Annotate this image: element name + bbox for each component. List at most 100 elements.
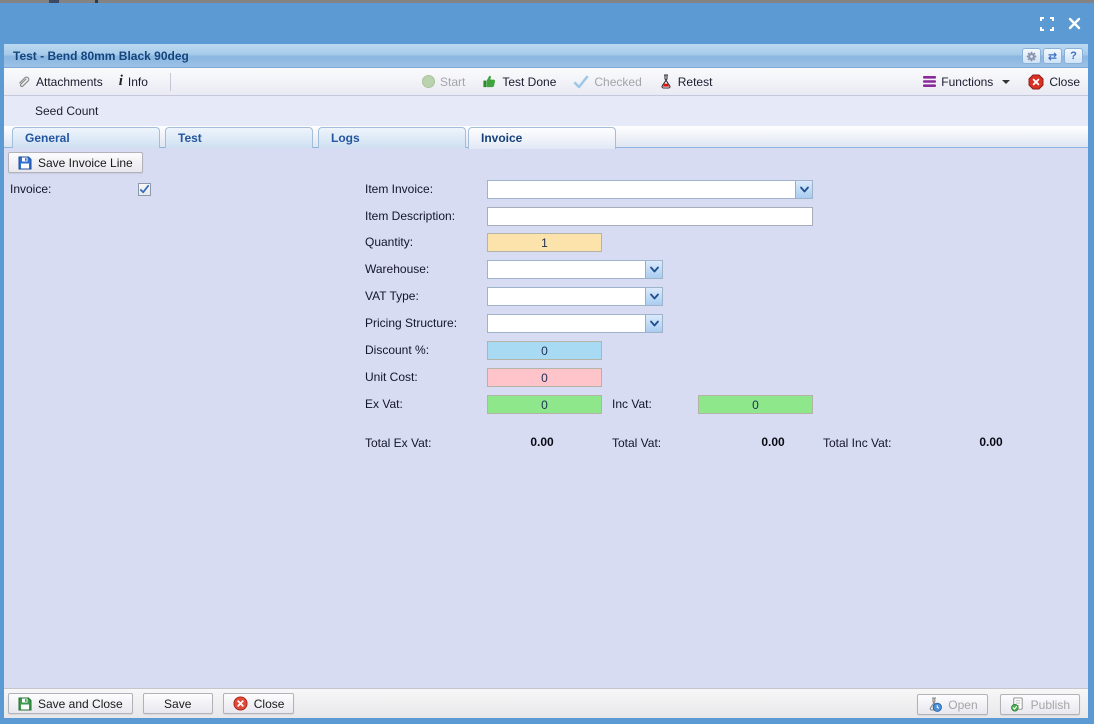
tab-logs[interactable]: Logs xyxy=(318,127,466,148)
gear-icon xyxy=(1026,51,1037,62)
tab-strip: General Test Logs Invoice xyxy=(4,126,1088,148)
retest-button[interactable]: Retest xyxy=(659,68,713,95)
toolbar-left-group: Attachments i Info xyxy=(16,68,177,95)
window-controls xyxy=(1039,16,1082,31)
open-label: Open xyxy=(948,698,977,712)
check-icon xyxy=(573,75,589,89)
warehouse-select[interactable] xyxy=(487,260,663,279)
vat-type-label: VAT Type: xyxy=(365,287,419,306)
test-done-button[interactable]: Test Done xyxy=(482,68,556,95)
attachments-label: Attachments xyxy=(36,75,103,89)
tab-general[interactable]: General xyxy=(12,127,160,148)
quantity-label: Quantity: xyxy=(365,233,413,252)
top-edge-artifact xyxy=(49,0,59,3)
help-button[interactable]: ? xyxy=(1064,48,1083,64)
total-ex-vat-label: Total Ex Vat: xyxy=(365,434,431,453)
save-invoice-line-button[interactable]: Save Invoice Line xyxy=(8,152,143,173)
chevron-down-icon xyxy=(649,292,660,301)
total-vat-label: Total Vat: xyxy=(612,434,661,453)
close-circle-icon xyxy=(233,696,248,711)
pricing-structure-select[interactable] xyxy=(487,314,663,333)
info-button[interactable]: i Info xyxy=(119,68,148,95)
save-and-close-button[interactable]: Save and Close xyxy=(8,693,133,714)
dialog-title: Test - Bend 80mm Black 90deg xyxy=(13,44,189,68)
refresh-button[interactable]: ⇄ xyxy=(1043,48,1062,64)
unit-cost-input[interactable]: 0 xyxy=(487,368,602,387)
item-invoice-select[interactable] xyxy=(487,180,813,199)
tab-test[interactable]: Test xyxy=(165,127,313,148)
checked-button[interactable]: Checked xyxy=(573,68,641,95)
save-icon xyxy=(18,697,32,711)
discount-input[interactable]: 0 xyxy=(487,341,602,360)
toolbar-right-group: Functions Close xyxy=(923,68,1080,95)
flask-icon xyxy=(659,74,673,89)
warehouse-value xyxy=(488,261,645,278)
item-invoice-value xyxy=(488,181,795,198)
functions-label: Functions xyxy=(941,75,993,89)
toolbar-close-button[interactable]: Close xyxy=(1028,68,1080,95)
subheader-row: Seed Count xyxy=(4,96,1088,126)
pricing-structure-label: Pricing Structure: xyxy=(365,314,457,333)
maximize-button[interactable] xyxy=(1039,16,1054,31)
save-invoice-line-label: Save Invoice Line xyxy=(38,156,133,170)
item-description-label: Item Description: xyxy=(365,207,455,226)
close-icon xyxy=(1068,17,1081,30)
stop-close-icon xyxy=(1028,74,1044,90)
retest-label: Retest xyxy=(678,75,713,89)
ex-vat-input[interactable]: 0 xyxy=(487,395,602,414)
warehouse-label: Warehouse: xyxy=(365,260,429,279)
inc-vat-input[interactable]: 0 xyxy=(698,395,813,414)
info-icon: i xyxy=(119,73,123,90)
invoice-checkbox-label: Invoice: xyxy=(10,180,51,199)
settings-button[interactable] xyxy=(1022,48,1041,64)
total-ex-vat-value: 0.00 xyxy=(472,435,612,451)
inc-vat-label: Inc Vat: xyxy=(612,395,652,414)
open-button[interactable]: Open xyxy=(917,694,987,715)
window-close-button[interactable] xyxy=(1067,16,1082,31)
checkbox-check-icon xyxy=(139,184,150,195)
ex-vat-label: Ex Vat: xyxy=(365,395,403,414)
tab-invoice[interactable]: Invoice xyxy=(468,127,616,149)
footer-right-group: Open Publish xyxy=(917,694,1080,715)
warehouse-dropdown-button[interactable] xyxy=(645,261,662,278)
save-button[interactable]: Save xyxy=(143,693,213,714)
publish-doc-icon xyxy=(1010,697,1025,712)
pricing-structure-dropdown-button[interactable] xyxy=(645,315,662,332)
save-and-close-label: Save and Close xyxy=(38,697,123,711)
total-inc-vat-value: 0.00 xyxy=(916,435,1066,451)
invoice-checkbox[interactable] xyxy=(138,183,151,196)
vat-type-dropdown-button[interactable] xyxy=(645,288,662,305)
test-done-label: Test Done xyxy=(502,75,556,89)
discount-label: Discount %: xyxy=(365,341,429,360)
toolbar-close-label: Close xyxy=(1049,75,1080,89)
chevron-down-icon xyxy=(649,265,660,274)
vat-type-value xyxy=(488,288,645,305)
start-button[interactable]: Start xyxy=(422,68,465,95)
toolbar: Attachments i Info Start Test Done xyxy=(4,68,1088,96)
chevron-down-icon xyxy=(649,319,660,328)
close-label: Close xyxy=(254,697,285,711)
toolbar-center-group: Start Test Done Checked xyxy=(422,68,712,95)
footer-bar: Save and Close Save Close xyxy=(4,688,1088,718)
vat-type-select[interactable] xyxy=(487,287,663,306)
top-edge-artifact xyxy=(95,0,98,3)
menu-bars-icon xyxy=(923,76,936,87)
functions-button[interactable]: Functions xyxy=(923,68,1010,95)
unit-cost-label: Unit Cost: xyxy=(365,368,418,387)
publish-button[interactable]: Publish xyxy=(1000,694,1080,715)
help-icon: ? xyxy=(1070,50,1077,62)
paperclip-icon xyxy=(16,74,31,89)
pricing-structure-value xyxy=(488,315,645,332)
close-button[interactable]: Close xyxy=(223,693,295,714)
invoice-tab-panel: Save Invoice Line Invoice: Item Invoice:… xyxy=(4,148,1088,688)
info-label: Info xyxy=(128,75,148,89)
dialog-window: Test - Bend 80mm Black 90deg ⇄ ? xyxy=(4,44,1088,718)
chevron-down-icon xyxy=(1002,80,1010,84)
item-description-input[interactable] xyxy=(487,207,813,226)
quantity-input[interactable]: 1 xyxy=(487,233,602,252)
total-inc-vat-label: Total Inc Vat: xyxy=(823,434,891,453)
item-invoice-dropdown-button[interactable] xyxy=(795,181,812,198)
item-invoice-label: Item Invoice: xyxy=(365,180,433,199)
titlebar-mini-buttons: ⇄ ? xyxy=(1022,48,1083,64)
attachments-button[interactable]: Attachments xyxy=(16,68,103,95)
